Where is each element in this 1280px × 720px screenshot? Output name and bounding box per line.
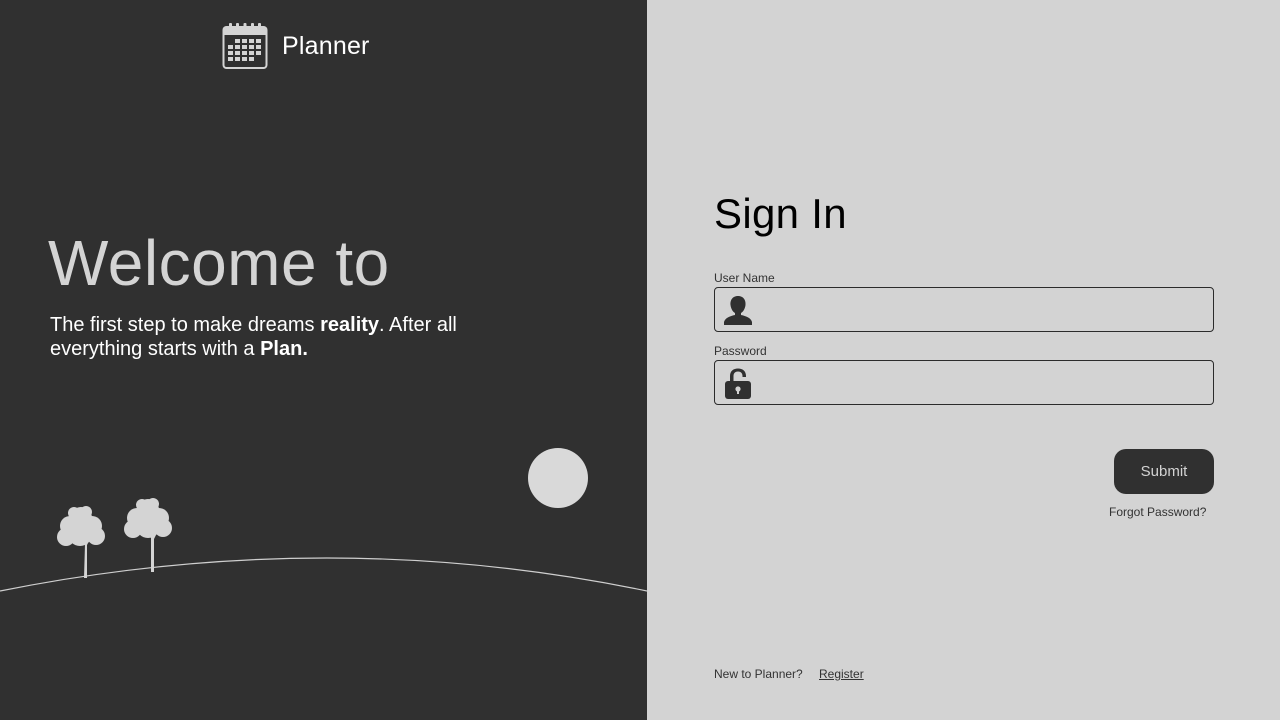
hill-line bbox=[0, 557, 647, 592]
username-label: User Name bbox=[714, 271, 775, 285]
moon-shape bbox=[528, 448, 588, 508]
brand-name: Planner bbox=[282, 31, 370, 60]
password-field[interactable] bbox=[714, 360, 1214, 405]
user-icon bbox=[724, 296, 752, 325]
tagline-bold-2: Plan. bbox=[260, 338, 308, 360]
tagline: The first step to make dreams reality. A… bbox=[50, 313, 510, 361]
username-input[interactable] bbox=[761, 288, 1211, 331]
hero-panel: Planner Welcome to The first step to mak… bbox=[0, 0, 647, 720]
calendar-icon bbox=[222, 23, 268, 69]
password-label: Password bbox=[714, 344, 767, 358]
welcome-heading: Welcome to bbox=[48, 227, 390, 299]
tagline-bold-1: reality bbox=[320, 314, 380, 336]
tagline-text-1: The first step to make dreams bbox=[50, 314, 321, 336]
submit-button[interactable]: Submit bbox=[1114, 449, 1214, 494]
new-user-prompt: New to Planner? bbox=[714, 667, 803, 681]
tree-left bbox=[57, 506, 105, 578]
password-input[interactable] bbox=[761, 361, 1211, 404]
brand: Planner bbox=[222, 22, 370, 70]
register-link[interactable]: Register bbox=[819, 667, 864, 681]
unlock-icon bbox=[725, 368, 751, 399]
signin-title: Sign In bbox=[714, 190, 847, 237]
landscape-illustration bbox=[0, 448, 647, 592]
username-field[interactable] bbox=[714, 287, 1214, 332]
signin-panel: Sign In User Name Password Submit Forgot… bbox=[647, 0, 1280, 720]
forgot-password-link[interactable]: Forgot Password? bbox=[1109, 505, 1206, 519]
tree-right bbox=[124, 498, 172, 572]
